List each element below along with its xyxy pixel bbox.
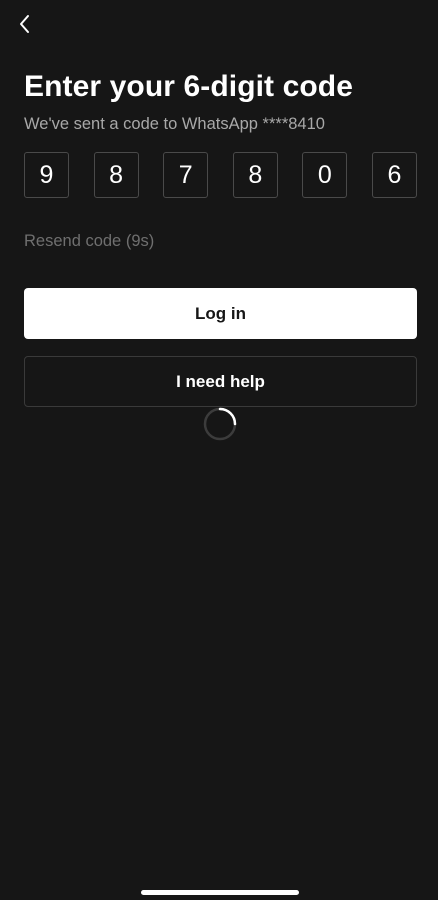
verification-screen: Enter your 6-digit code We've sent a cod… <box>0 0 438 900</box>
code-digit-4[interactable]: 8 <box>232 152 278 198</box>
page-title: Enter your 6-digit code <box>24 70 354 103</box>
home-indicator <box>141 890 299 895</box>
spinner-icon <box>203 407 237 441</box>
chevron-left-icon <box>20 15 29 33</box>
code-digit-1[interactable]: 9 <box>24 152 69 198</box>
page-subtitle: We've sent a code to WhatsApp ****8410 <box>24 115 325 133</box>
help-button[interactable]: I need help <box>24 356 417 407</box>
code-digit-5[interactable]: 0 <box>302 152 348 198</box>
resend-code-link: Resend code (9s) <box>24 232 155 250</box>
code-digit-6[interactable]: 6 <box>371 152 417 198</box>
code-input-group: 9 8 7 8 0 6 <box>24 152 417 200</box>
code-digit-2[interactable]: 8 <box>93 152 139 198</box>
code-digit-3[interactable]: 7 <box>163 152 209 198</box>
back-button[interactable] <box>12 10 36 38</box>
login-button[interactable]: Log in <box>24 288 417 339</box>
